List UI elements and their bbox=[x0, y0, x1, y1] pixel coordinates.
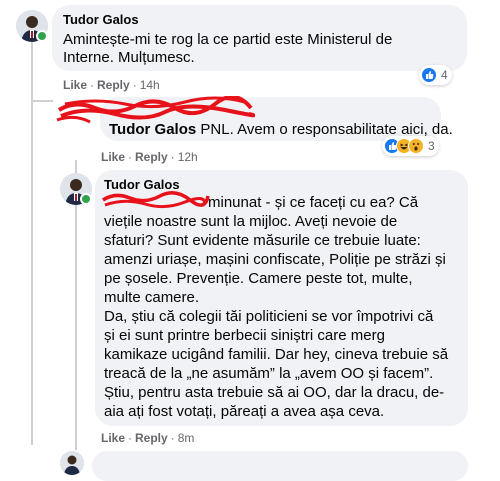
online-status-dot bbox=[80, 193, 92, 205]
comment-text-line: sfaturi? Sunt evidente măsurile ce trebu… bbox=[104, 232, 421, 249]
comment-text-line: minunat - și ce faceți cu ea? Că bbox=[208, 194, 419, 211]
reply-button[interactable]: Reply bbox=[135, 150, 168, 164]
reply-button[interactable]: Reply bbox=[135, 431, 168, 445]
comment-text-line: Știu, pentru asta trebuie să ai OO, dar … bbox=[104, 384, 445, 401]
comment-text-line: amenzi uriașe, mașini confiscate, Poliți… bbox=[104, 251, 446, 268]
comment-actions: Like · Reply · 14h bbox=[63, 78, 160, 92]
comment-text-line: și ei sunt printre berbecii siniștri car… bbox=[104, 327, 385, 344]
reaction-count: 4 bbox=[441, 68, 448, 82]
comment-text-line: viețile noastre sunt la mijloc. Aveți ne… bbox=[104, 213, 398, 230]
reply-button[interactable]: Reply bbox=[97, 78, 130, 92]
like-button[interactable]: Like bbox=[63, 78, 87, 92]
reaction-count: 3 bbox=[428, 139, 435, 153]
reply-actions: Like · Reply · 12h bbox=[101, 150, 198, 164]
comment-text-line: kamikaze ucigând familii. Dar hey, cinev… bbox=[104, 346, 449, 363]
redaction-scribble bbox=[102, 191, 210, 209]
comment-time[interactable]: 14h bbox=[140, 78, 160, 92]
comment-time[interactable]: 12h bbox=[178, 150, 198, 164]
reaction-summary[interactable]: 3 bbox=[382, 136, 439, 156]
comment-text-line: pe șosele. Prevenție. Camere peste tot, … bbox=[104, 270, 413, 287]
like-button[interactable]: Like bbox=[101, 150, 125, 164]
like-button[interactable]: Like bbox=[101, 431, 125, 445]
comment-text-line: aia ați fost votați, păreați a avea așa … bbox=[104, 403, 385, 420]
comment-text: Interne. Mulțumesc. bbox=[63, 49, 195, 66]
online-status-dot bbox=[36, 30, 48, 42]
avatar[interactable] bbox=[60, 451, 84, 475]
reply-input[interactable] bbox=[92, 451, 468, 481]
tagged-author[interactable]: Tudor Galos bbox=[109, 121, 196, 138]
comment-actions: Like · Reply · 8m bbox=[101, 431, 195, 445]
comment-time[interactable]: 8m bbox=[178, 431, 195, 445]
comment-text-line: multe camere. bbox=[104, 289, 200, 306]
wow-icon bbox=[408, 138, 424, 154]
reaction-summary[interactable]: 4 bbox=[419, 65, 452, 85]
comment-text-line: treacă de la „ne asumăm” la „avem OO și … bbox=[104, 365, 434, 382]
comment-author[interactable]: Tudor Galos bbox=[63, 12, 139, 27]
thread-branch bbox=[31, 100, 53, 102]
comment-text: Amintește-mi te rog la ce partid este Mi… bbox=[63, 31, 393, 48]
like-icon bbox=[421, 67, 437, 83]
comment-text-line: Da, știu că colegii tăi politicieni se v… bbox=[104, 308, 434, 325]
